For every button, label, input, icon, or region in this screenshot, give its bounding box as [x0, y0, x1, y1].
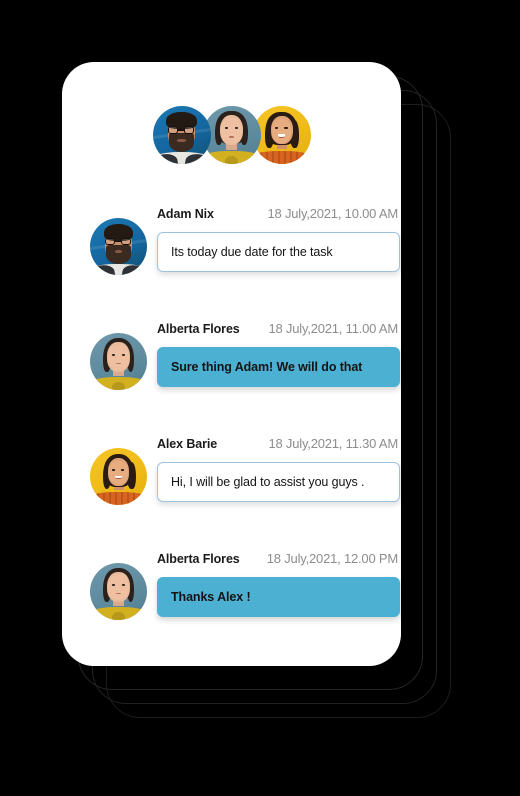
participant-avatar-group	[62, 106, 401, 164]
avatar-alex-portrait	[90, 448, 147, 505]
message-header: Adam Nix 18 July,2021, 10.00 AM	[157, 206, 400, 226]
avatar-alberta-portrait	[90, 333, 147, 390]
avatar-alex[interactable]	[90, 448, 147, 505]
message-bubble[interactable]: Sure thing Adam! We will do that	[157, 347, 400, 387]
message-row[interactable]: Alberta Flores 18 July,2021, 12.00 PM Th…	[62, 547, 401, 662]
avatar-alex-portrait	[252, 106, 311, 164]
message-header: Alberta Flores 18 July,2021, 12.00 PM	[157, 551, 400, 571]
message-sender-name: Alex Barie	[157, 437, 218, 451]
screen-background: Adam Nix 18 July,2021, 10.00 AM Its toda…	[0, 0, 520, 796]
avatar-alberta-portrait	[202, 106, 261, 164]
avatar-adam-portrait	[90, 218, 147, 275]
message-body: Adam Nix 18 July,2021, 10.00 AM Its toda…	[157, 202, 400, 272]
message-sender-name: Alberta Flores	[157, 322, 240, 336]
message-row[interactable]: Alex Barie 18 July,2021, 11.30 AM Hi, I …	[62, 432, 401, 547]
chat-card: Adam Nix 18 July,2021, 10.00 AM Its toda…	[62, 62, 401, 666]
avatar-alex[interactable]	[252, 106, 311, 164]
message-sender-name: Adam Nix	[157, 207, 214, 221]
message-row[interactable]: Adam Nix 18 July,2021, 10.00 AM Its toda…	[62, 202, 401, 317]
message-row[interactable]: Alberta Flores 18 July,2021, 11.00 AM Su…	[62, 317, 401, 432]
avatar-alberta[interactable]	[202, 106, 261, 164]
message-header: Alex Barie 18 July,2021, 11.30 AM	[157, 436, 400, 456]
avatar-adam[interactable]	[152, 106, 211, 164]
avatar-alberta-portrait	[90, 563, 147, 620]
message-body: Alberta Flores 18 July,2021, 11.00 AM Su…	[157, 317, 400, 387]
message-timestamp: 18 July,2021, 11.30 AM	[268, 436, 398, 451]
avatar-adam[interactable]	[90, 218, 147, 275]
message-header: Alberta Flores 18 July,2021, 11.00 AM	[157, 321, 400, 341]
message-body: Alberta Flores 18 July,2021, 12.00 PM Th…	[157, 547, 400, 617]
avatar-alberta[interactable]	[90, 563, 147, 620]
message-timestamp: 18 July,2021, 12.00 PM	[266, 551, 398, 566]
avatar-alberta[interactable]	[90, 333, 147, 390]
message-list: Adam Nix 18 July,2021, 10.00 AM Its toda…	[62, 202, 401, 662]
message-timestamp: 18 July,2021, 10.00 AM	[267, 206, 398, 221]
message-timestamp: 18 July,2021, 11.00 AM	[268, 321, 398, 336]
message-bubble[interactable]: Its today due date for the task	[157, 232, 400, 272]
message-bubble[interactable]: Hi, I will be glad to assist you guys .	[157, 462, 400, 502]
message-body: Alex Barie 18 July,2021, 11.30 AM Hi, I …	[157, 432, 400, 502]
message-bubble[interactable]: Thanks Alex !	[157, 577, 400, 617]
message-sender-name: Alberta Flores	[157, 552, 240, 566]
avatar-adam-portrait	[152, 106, 211, 164]
